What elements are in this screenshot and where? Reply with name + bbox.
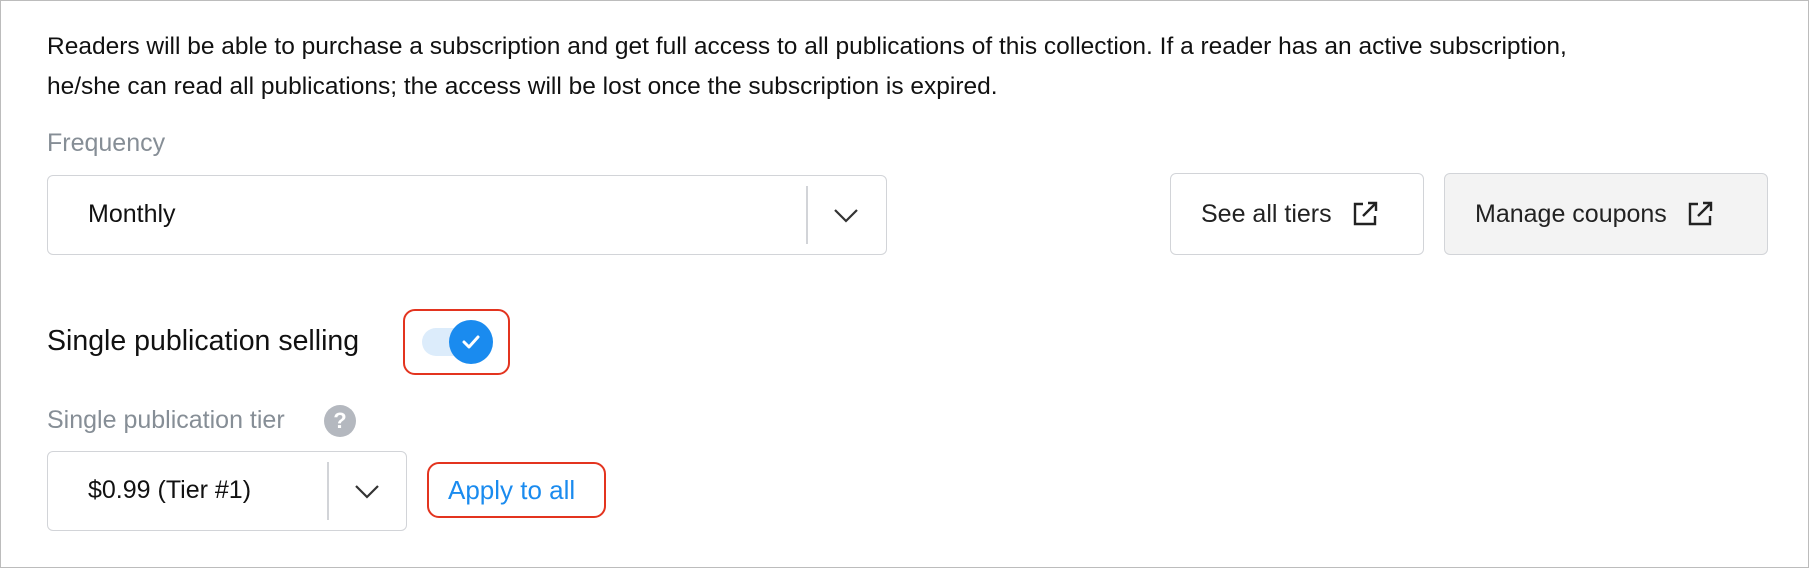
subscription-settings-panel: Readers will be able to purchase a subsc…	[0, 0, 1809, 568]
see-all-tiers-button[interactable]: See all tiers	[1170, 173, 1424, 255]
description-line-1: Readers will be able to purchase a subsc…	[47, 33, 1567, 60]
single-publication-selling-title: Single publication selling	[47, 325, 360, 357]
apply-to-all-button[interactable]: Apply to all	[448, 470, 575, 510]
select-divider	[806, 186, 808, 244]
chevron-down-icon	[355, 485, 379, 499]
external-link-icon	[1688, 201, 1713, 226]
toggle-knob[interactable]	[449, 320, 493, 364]
select-divider	[327, 462, 329, 520]
tier-value: $0.99 (Tier #1)	[88, 476, 252, 504]
external-link-icon	[1353, 201, 1377, 226]
frequency-label: Frequency	[47, 129, 166, 157]
frequency-value: Monthly	[88, 200, 176, 228]
tier-select[interactable]: $0.99 (Tier #1)	[47, 451, 407, 531]
subscription-description: Readers will be able to purchase a subsc…	[47, 27, 1767, 107]
manage-coupons-button[interactable]: Manage coupons	[1444, 173, 1768, 255]
see-all-tiers-label: See all tiers	[1201, 199, 1332, 228]
manage-coupons-label: Manage coupons	[1475, 199, 1667, 228]
help-icon[interactable]: ?	[324, 405, 356, 437]
single-publication-tier-label: Single publication tier	[47, 406, 285, 434]
frequency-select[interactable]: Monthly	[47, 175, 887, 255]
check-icon	[462, 335, 480, 349]
description-line-2: he/she can read all publications; the ac…	[47, 73, 998, 100]
chevron-down-icon	[834, 209, 858, 223]
